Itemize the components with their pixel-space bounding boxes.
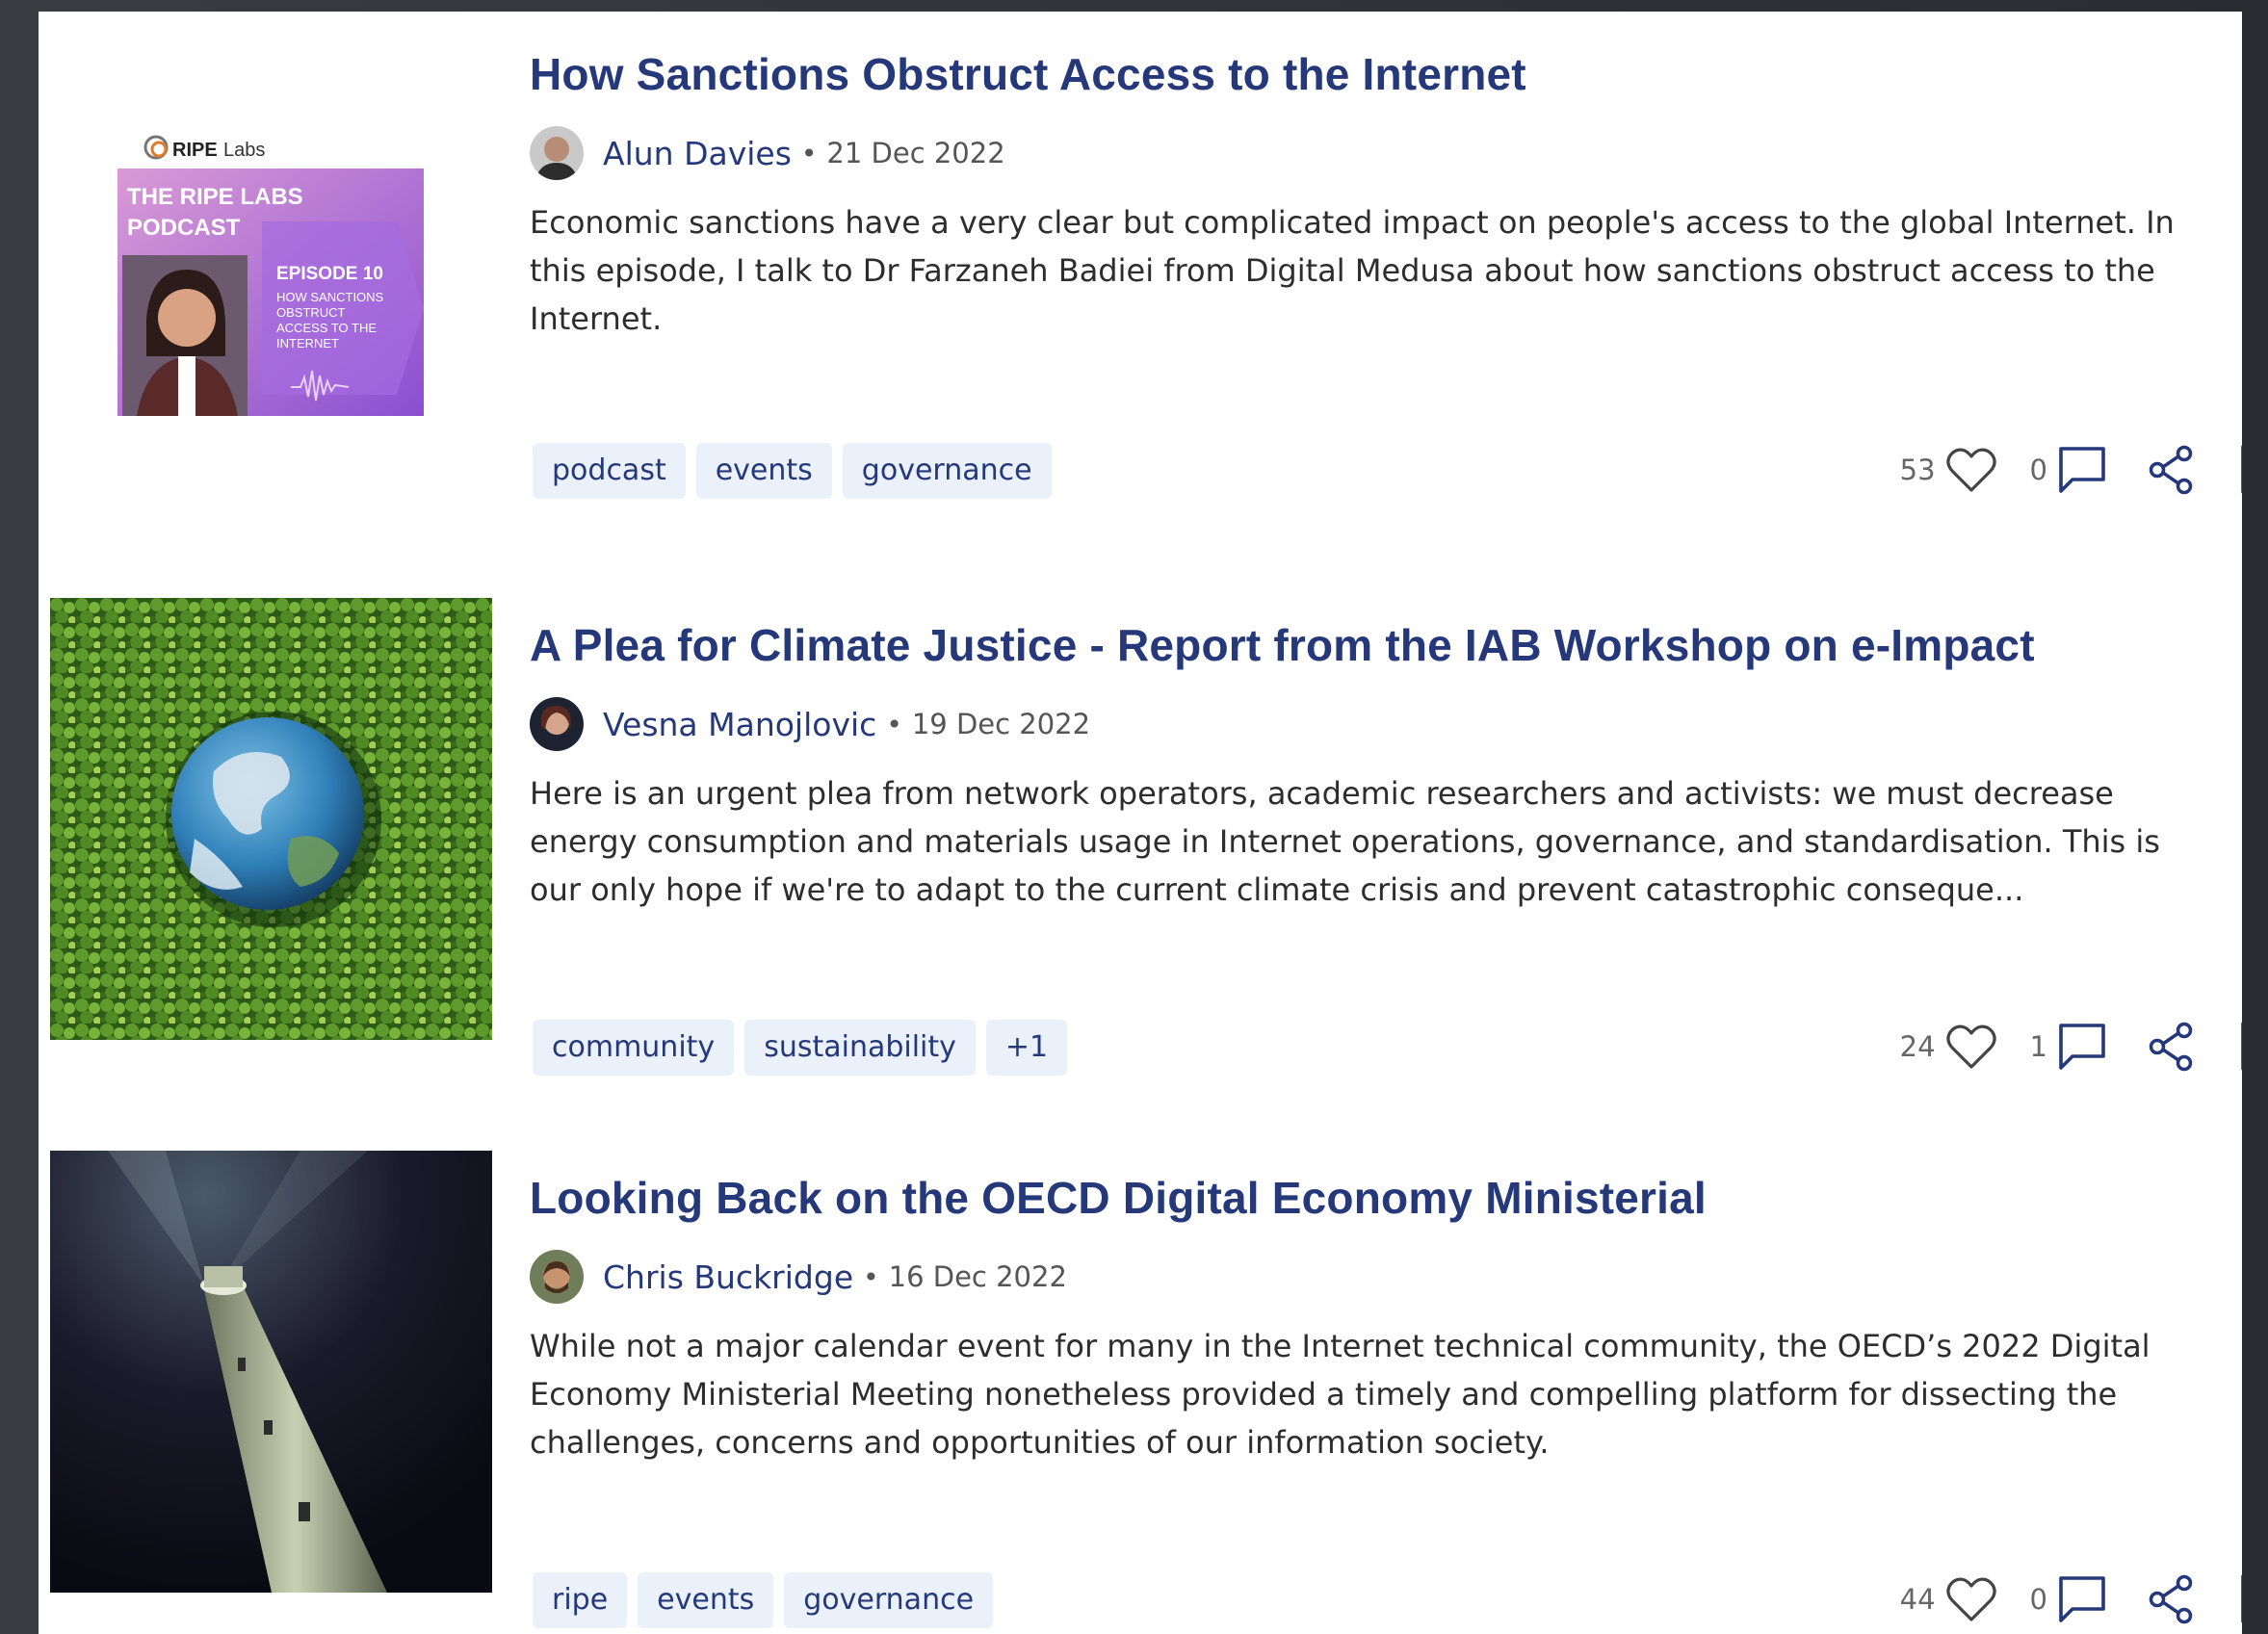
article-title[interactable]: Looking Back on the OECD Digital Economy…: [530, 1168, 2225, 1228]
heart-icon[interactable]: [1945, 1022, 1997, 1072]
article-actions: 44 0: [1900, 1570, 2242, 1628]
author-avatar[interactable]: [530, 697, 584, 751]
lighthouse-tower-image: [50, 1151, 492, 1593]
article-card: A Plea for Climate Justice - Report from…: [39, 596, 2242, 1135]
comment-count: 0: [2029, 1583, 2047, 1616]
publish-date: 21 Dec 2022: [826, 137, 1005, 169]
tag-chip[interactable]: events: [638, 1572, 774, 1628]
svg-text:Labs: Labs: [223, 140, 265, 161]
share-icon[interactable]: [2148, 1574, 2196, 1624]
article-card: Looking Back on the OECD Digital Economy…: [39, 1149, 2242, 1634]
article-actions: 53 0: [1900, 441, 2242, 499]
bookmark-icon[interactable]: [2239, 1573, 2242, 1625]
comment-icon[interactable]: [2057, 1574, 2107, 1624]
tag-list: community sustainability +1: [533, 1020, 1068, 1076]
tag-chip[interactable]: events: [695, 443, 832, 499]
comment-icon[interactable]: [2057, 445, 2107, 495]
tag-chip[interactable]: ripe: [533, 1572, 628, 1628]
article-thumbnail[interactable]: [50, 598, 492, 1040]
tag-chip[interactable]: governance: [784, 1572, 994, 1628]
article-thumbnail[interactable]: RIPE Labs THE RIPE LABS PODCAST EPISODE …: [117, 116, 424, 416]
author-name[interactable]: Vesna Manojlovic: [603, 706, 876, 743]
bookmark-icon[interactable]: [2239, 444, 2242, 496]
svg-text:HOW SANCTIONS: HOW SANCTIONS: [276, 290, 384, 304]
tag-chip[interactable]: governance: [842, 443, 1052, 499]
tag-chip[interactable]: sustainability: [744, 1020, 976, 1076]
author-avatar[interactable]: [530, 1250, 584, 1304]
tag-chip[interactable]: community: [533, 1020, 735, 1076]
article-meta: Alun Davies • 21 Dec 2022: [530, 125, 2225, 181]
tag-list: podcast events governance: [533, 443, 1052, 499]
svg-text:OBSTRUCT: OBSTRUCT: [276, 305, 346, 320]
tag-chip-more[interactable]: +1: [985, 1020, 1068, 1076]
heart-icon[interactable]: [1945, 1574, 1997, 1624]
meta-separator: •: [886, 708, 902, 740]
share-icon[interactable]: [2148, 1022, 2196, 1072]
heart-icon[interactable]: [1945, 445, 1997, 495]
article-card: RIPE Labs THE RIPE LABS PODCAST EPISODE …: [39, 12, 2242, 551]
svg-text:RIPE: RIPE: [172, 140, 218, 161]
tag-list: ripe events governance: [533, 1572, 994, 1628]
article-title[interactable]: A Plea for Climate Justice - Report from…: [530, 615, 2225, 675]
article-meta: Vesna Manojlovic • 19 Dec 2022: [530, 696, 2225, 752]
author-name[interactable]: Chris Buckridge: [603, 1258, 853, 1296]
article-actions: 24 1: [1900, 1018, 2242, 1076]
article-feed: RIPE Labs THE RIPE LABS PODCAST EPISODE …: [39, 12, 2242, 1634]
comment-count: 1: [2029, 1030, 2047, 1063]
svg-text:PODCAST: PODCAST: [127, 215, 241, 241]
comment-icon[interactable]: [2057, 1022, 2107, 1072]
podcast-cover-image: RIPE Labs THE RIPE LABS PODCAST EPISODE …: [117, 135, 424, 416]
earth-in-forest-image: [50, 598, 492, 1040]
svg-text:INTERNET: INTERNET: [276, 336, 339, 350]
comment-count: 0: [2029, 454, 2047, 486]
meta-separator: •: [863, 1260, 879, 1293]
author-avatar[interactable]: [530, 126, 584, 180]
like-count: 44: [1899, 1583, 1936, 1616]
article-summary: Here is an urgent plea from network oper…: [530, 775, 2160, 908]
article-meta: Chris Buckridge • 16 Dec 2022: [530, 1249, 2225, 1305]
publish-date: 19 Dec 2022: [911, 708, 1091, 740]
like-count: 53: [1899, 454, 1936, 486]
svg-text:THE RIPE LABS: THE RIPE LABS: [127, 184, 303, 210]
article-content: How Sanctions Obstruct Access to the Int…: [530, 44, 2242, 499]
article-content: Looking Back on the OECD Digital Economy…: [530, 1168, 2242, 1628]
article-summary: Economic sanctions have a very clear but…: [530, 204, 2175, 337]
meta-separator: •: [800, 137, 818, 169]
like-count: 24: [1899, 1030, 1936, 1063]
article-content: A Plea for Climate Justice - Report from…: [530, 615, 2242, 1076]
article-thumbnail[interactable]: [50, 1151, 492, 1593]
svg-text:ACCESS TO THE: ACCESS TO THE: [276, 321, 377, 335]
article-title[interactable]: How Sanctions Obstruct Access to the Int…: [530, 44, 2225, 104]
bookmark-icon[interactable]: [2239, 1021, 2242, 1073]
article-summary: While not a major calendar event for man…: [530, 1328, 2151, 1461]
share-icon[interactable]: [2148, 445, 2196, 495]
svg-text:EPISODE 10: EPISODE 10: [276, 264, 383, 284]
author-name[interactable]: Alun Davies: [603, 135, 792, 172]
publish-date: 16 Dec 2022: [888, 1260, 1067, 1293]
tag-chip[interactable]: podcast: [533, 443, 686, 499]
